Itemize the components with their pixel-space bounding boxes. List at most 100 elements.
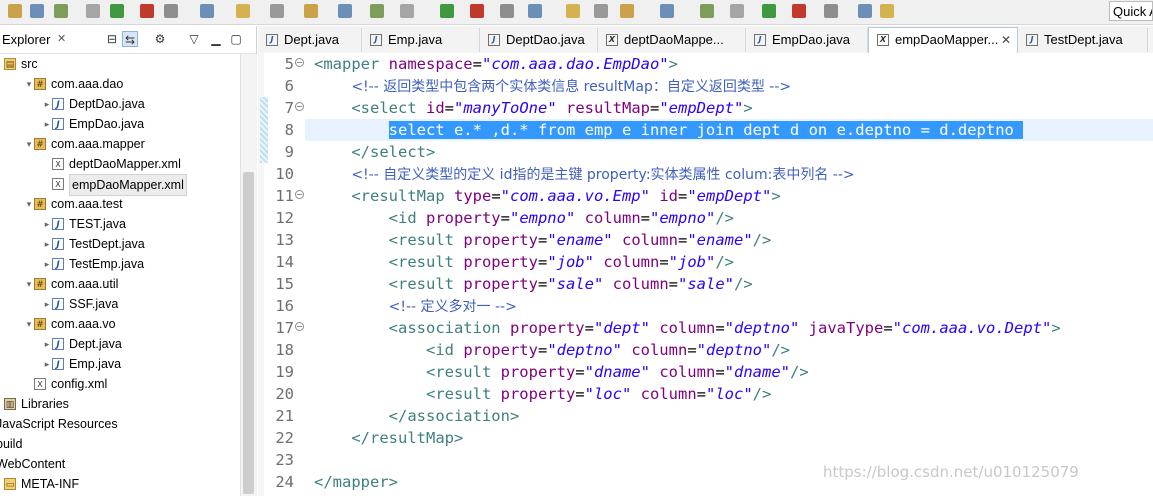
debug-icon[interactable] [730,4,744,18]
collapsed-arrow-icon[interactable]: ▸ [42,94,52,114]
tree-item[interactable]: JavaScript Resources [0,414,240,434]
collapsed-arrow-icon[interactable]: ▸ [42,294,52,314]
expanded-arrow-icon[interactable]: ▾ [24,134,34,154]
minimize-icon[interactable]: ▁ [208,31,224,47]
editor-tab[interactable]: XdeptDaoMappe... [598,28,746,52]
editor-tab[interactable]: J EmpDao.java [746,28,868,52]
external-tools-icon[interactable] [792,4,806,18]
save-icon[interactable] [338,4,352,18]
code-line[interactable]: 20 <result property="loc" column="loc"/> [258,383,1153,405]
tree-item[interactable]: ▸ J TestEmp.java [0,254,240,274]
collapsed-arrow-icon[interactable]: ▸ [42,354,52,374]
code-line[interactable]: 12 <id property="empno" column="empno"/> [258,207,1153,229]
tree-item[interactable]: ▸ J TEST.java [0,214,240,234]
save-icon[interactable] [30,4,44,18]
code-line[interactable]: 19 <result property="dname" column="dnam… [258,361,1153,383]
code-line[interactable]: 5− <mapper namespace="com.aaa.dao.EmpDao"… [258,53,1153,75]
editor-tab[interactable]: J TestDept.java [1018,28,1148,52]
tree-item[interactable]: ▾ # com.aaa.dao [0,74,240,94]
collapsed-arrow-icon[interactable]: ▸ [42,114,52,134]
run-icon[interactable] [762,4,776,18]
search-icon[interactable] [824,4,838,18]
code-line[interactable]: 22 </resultMap> [258,427,1153,449]
collapsed-arrow-icon[interactable]: ▸ [42,334,52,354]
back-icon[interactable] [566,4,580,18]
fold-toggle-icon[interactable]: − [295,322,304,331]
tree-item[interactable]: ▸ J SSF.java [0,294,240,314]
print-icon[interactable] [54,4,68,18]
external-tools-icon[interactable] [140,4,154,18]
link-with-editor-icon[interactable]: ⇆ [122,31,138,47]
tree-item[interactable]: XempDaoMapper.xml [0,174,240,196]
external-tools-icon[interactable] [470,4,484,18]
tree-item[interactable]: ▸ J EmpDao.java [0,114,240,134]
print-icon[interactable] [370,4,384,18]
fold-toggle-icon[interactable]: − [295,102,304,111]
explorer-scrollbar[interactable] [240,54,257,496]
tree-item[interactable]: ▸▥Libraries [0,394,240,414]
tree-item[interactable]: ▸ J TestDept.java [0,234,240,254]
search-icon[interactable] [164,4,178,18]
explorer-close-icon[interactable]: ✕ [57,32,66,45]
tree-item[interactable]: ▾ # com.aaa.vo [0,314,240,334]
xml-code-editor[interactable]: 5− <mapper namespace="com.aaa.dao.EmpDao"… [258,53,1153,496]
collapse-all-icon[interactable]: ⊟ [104,31,120,47]
tree-item[interactable]: ▸ J DeptDao.java [0,94,240,114]
open-type-icon[interactable] [858,4,872,18]
collapsed-arrow-icon[interactable]: ▸ [42,254,52,274]
tree-item[interactable]: ▾ # com.aaa.test [0,194,240,214]
fold-toggle-icon[interactable]: − [295,190,304,199]
back-icon[interactable] [236,4,250,18]
code-line[interactable]: 14 <result property="job" column="job"/> [258,251,1153,273]
run-icon[interactable] [440,4,454,18]
print-icon[interactable] [700,4,714,18]
save-icon[interactable] [660,4,674,18]
collapsed-arrow-icon[interactable]: ▸ [42,234,52,254]
tree-item[interactable]: Xconfig.xml [0,374,240,394]
code-line[interactable]: 10 <!-- 自定义类型的定义 id指的是主键 property:实体类属性 … [258,163,1153,185]
new-icon[interactable] [620,4,634,18]
back-icon[interactable] [880,4,894,18]
code-line[interactable]: 13 <result property="ename" column="enam… [258,229,1153,251]
debug-icon[interactable] [86,4,100,18]
code-line[interactable]: 7− <select id="manyToOne" resultMap="emp… [258,97,1153,119]
code-line[interactable]: 21 </association> [258,405,1153,427]
tree-item[interactable]: ▭ META-INF [0,474,240,494]
view-menu-icon[interactable]: ▽ [186,31,202,47]
explorer-scroll-thumb[interactable] [243,172,254,494]
new-icon[interactable] [8,4,22,18]
editor-tab[interactable]: J DeptDao.java [480,28,598,52]
code-line[interactable]: 6 <!-- 返回类型中包含两个实体类信息 resultMap：自定义返回类型 … [258,75,1153,97]
editor-tab[interactable]: J Emp.java [362,28,480,52]
code-line[interactable]: 18 <id property="deptno" column="deptno"… [258,339,1153,361]
focus-icon[interactable]: ⚙ [152,31,168,47]
collapsed-arrow-icon[interactable]: ▸ [42,214,52,234]
expanded-arrow-icon[interactable]: ▾ [24,74,34,94]
tree-item[interactable]: ▾ # com.aaa.util [0,274,240,294]
code-line[interactable]: 9 </select> [258,141,1153,163]
forward-icon[interactable] [594,4,608,18]
expanded-arrow-icon[interactable]: ▾ [24,314,34,334]
tree-item[interactable]: WebContent [0,454,240,474]
tree-item[interactable]: XdeptDaoMapper.xml [0,154,240,174]
tree-item[interactable]: ▸ J Emp.java [0,354,240,374]
tree-item[interactable]: ▾ # com.aaa.mapper [0,134,240,154]
tree-item[interactable]: ▤ src [0,54,240,74]
expanded-arrow-icon[interactable]: ▾ [24,274,34,294]
run-icon[interactable] [110,4,124,18]
new-icon[interactable] [304,4,318,18]
code-line[interactable]: 11− <resultMap type="com.aaa.vo.Emp" id=… [258,185,1153,207]
forward-icon[interactable] [270,4,284,18]
tab-close-icon[interactable]: ✕ [1001,28,1011,52]
open-type-icon[interactable] [200,4,214,18]
quick-access-input[interactable]: Quick A [1109,1,1153,21]
code-line[interactable]: 8 select e.* ,d.* from emp e inner join … [258,119,1153,141]
tree-item[interactable]: build [0,434,240,454]
editor-tab[interactable]: XempDaoMapper... ✕ [868,27,1018,53]
debug-icon[interactable] [400,4,414,18]
code-line[interactable]: 16 <!-- 定义多对一 --> [258,295,1153,317]
code-line[interactable]: 17− <association property="dept" column=… [258,317,1153,339]
expanded-arrow-icon[interactable]: ▾ [24,194,34,214]
editor-tab[interactable]: J Dept.java [258,28,362,52]
fold-toggle-icon[interactable]: − [295,58,304,67]
